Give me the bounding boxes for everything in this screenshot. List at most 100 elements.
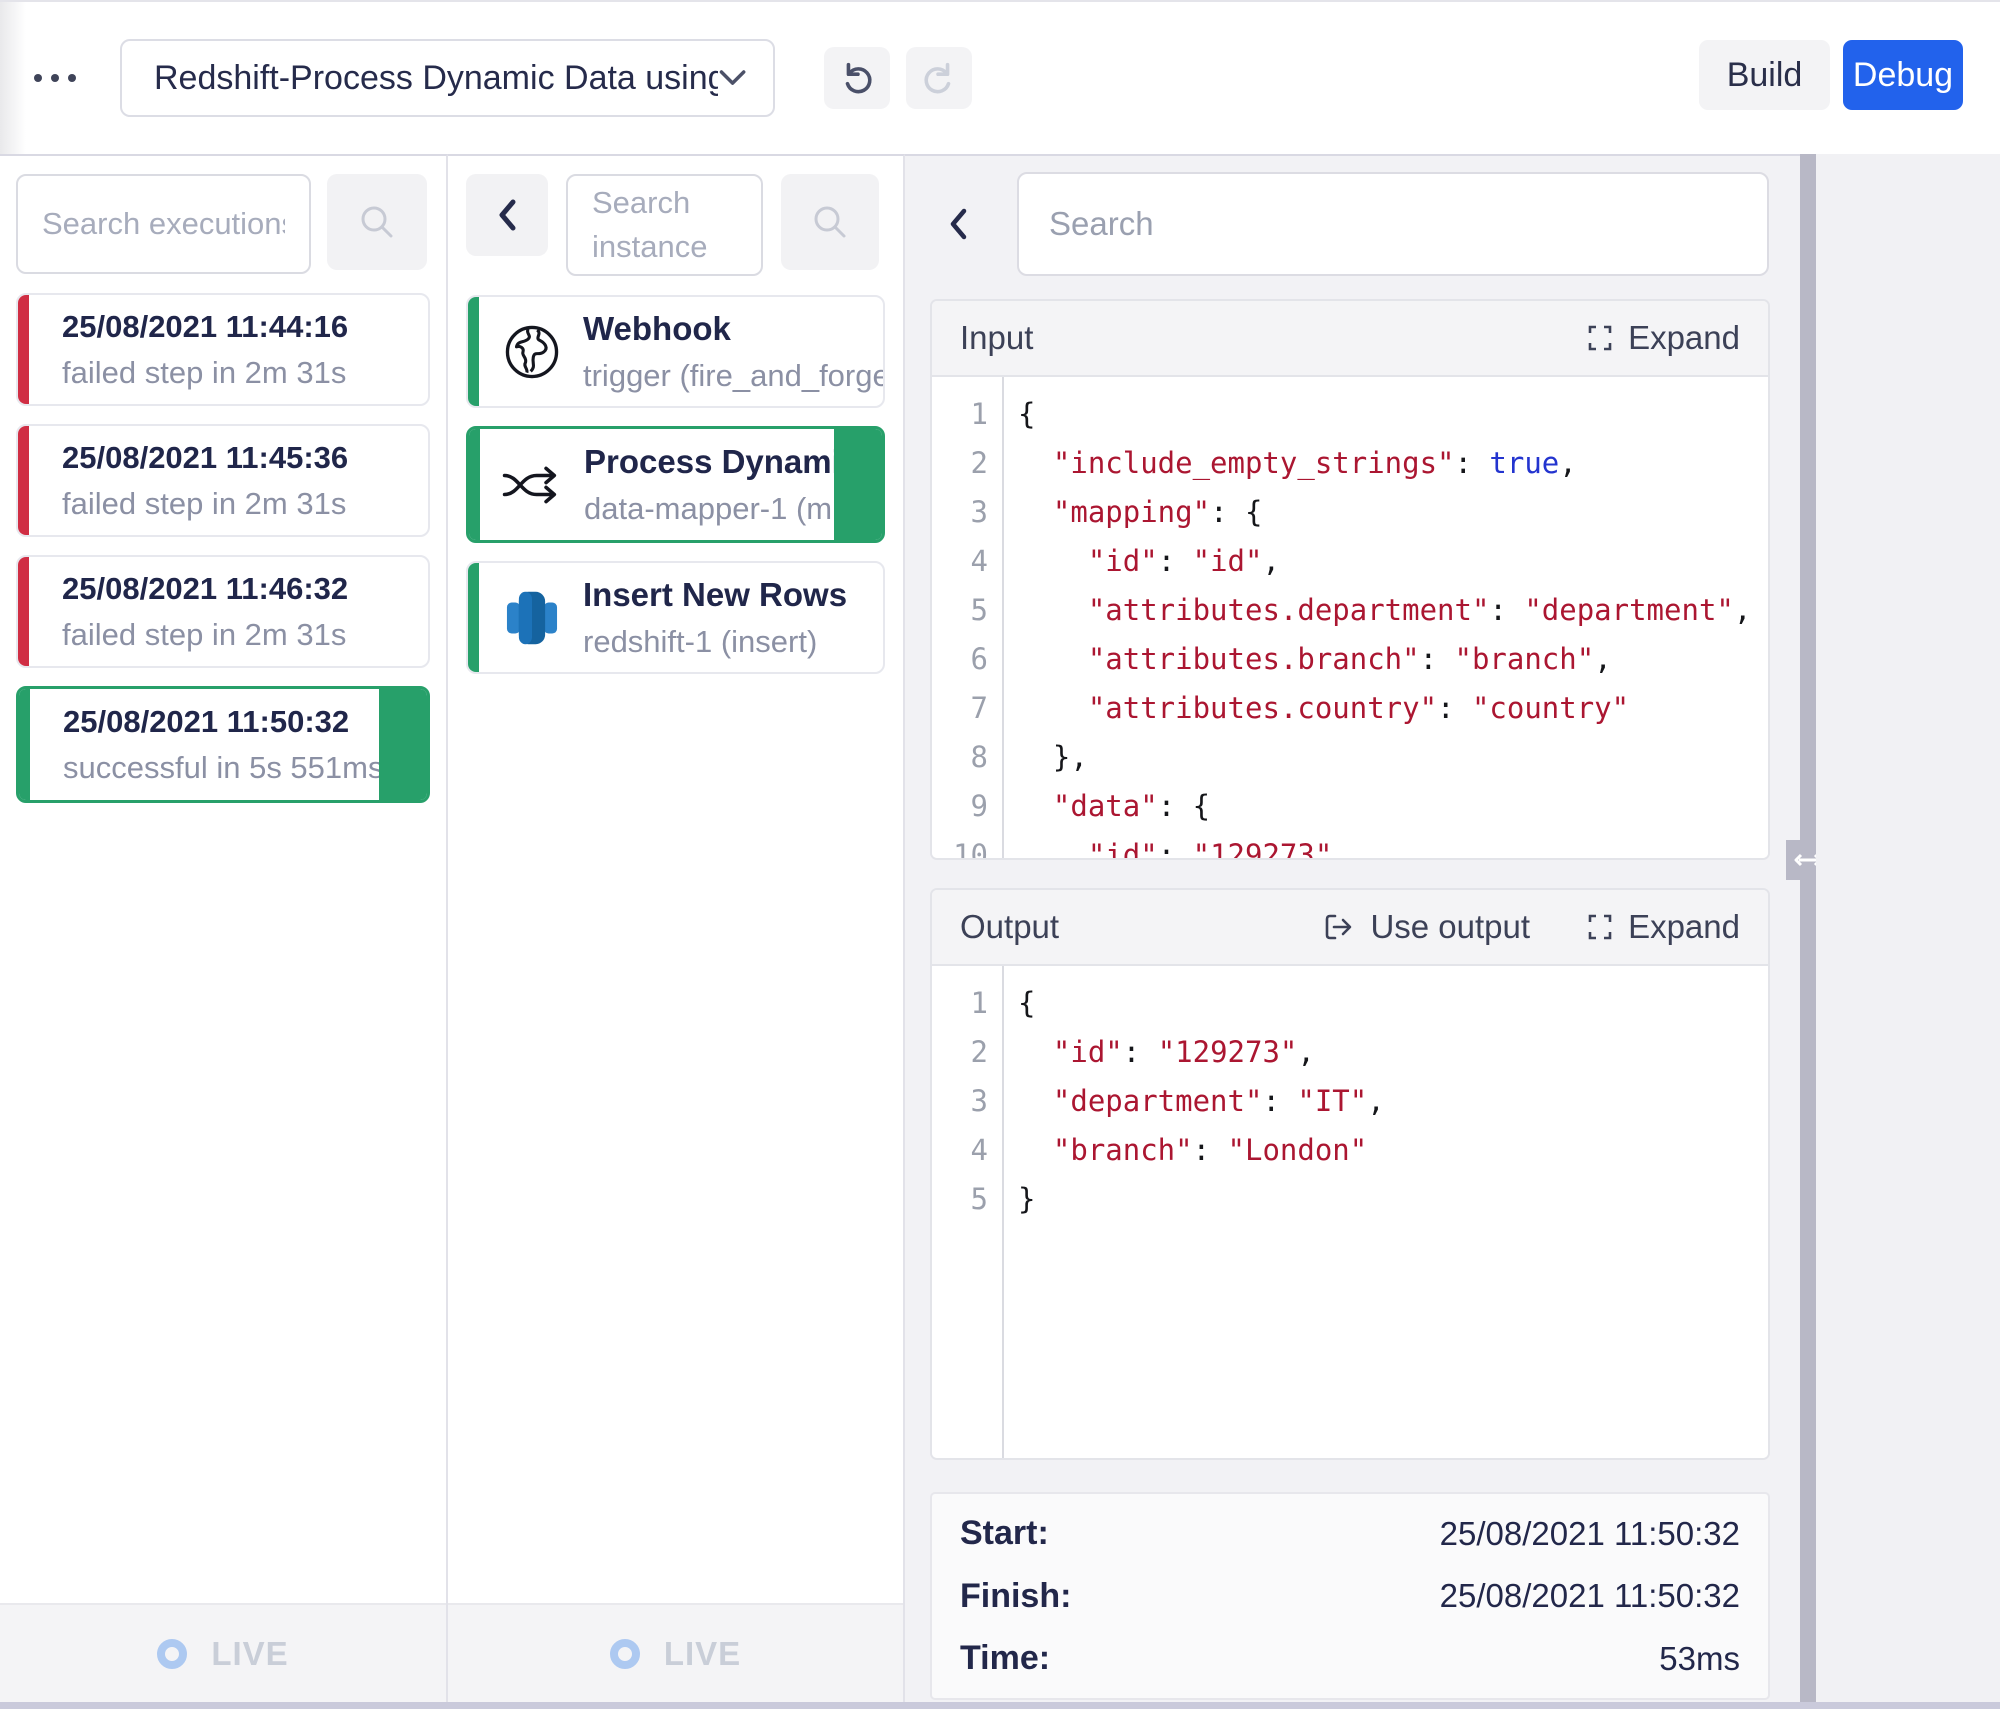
redo-button[interactable] bbox=[906, 47, 972, 109]
code-line: 1{ bbox=[932, 978, 1768, 1027]
execution-item[interactable]: 25/08/2021 11:46:32 failed step in 2m 31s bbox=[16, 555, 430, 668]
line-number: 2 bbox=[932, 446, 988, 480]
output-code-editor[interactable]: 1{2 "id": "129273",3 "department": "IT",… bbox=[932, 966, 1768, 1458]
undo-button[interactable] bbox=[824, 47, 890, 109]
executions-search-row bbox=[0, 156, 446, 274]
execution-timestamp: 25/08/2021 11:46:32 bbox=[62, 571, 348, 607]
expand-icon bbox=[1586, 913, 1614, 941]
more-menu-icon[interactable] bbox=[34, 68, 98, 88]
input-code-editor[interactable]: 1{2 "include_empty_strings": true,3 "map… bbox=[932, 377, 1768, 858]
line-number: 1 bbox=[932, 397, 988, 431]
status-stripe bbox=[18, 426, 29, 535]
step-item-body: Insert New Rowsredshift-1 (insert) bbox=[583, 576, 847, 660]
selected-indicator-block bbox=[379, 689, 427, 800]
workflow-step-item[interactable]: Webhooktrigger (fire_and_forget) bbox=[466, 295, 885, 408]
code-text: "attributes.department": "department", bbox=[988, 593, 1751, 627]
right-empty-area bbox=[1816, 154, 2000, 1702]
code-line: 3 "mapping": { bbox=[932, 487, 1768, 536]
executions-search-input[interactable] bbox=[16, 174, 311, 274]
code-text: "attributes.country": "country" bbox=[988, 691, 1629, 725]
execution-item[interactable]: 25/08/2021 11:45:36 failed step in 2m 31s bbox=[16, 424, 430, 537]
execution-timestamp: 25/08/2021 11:50:32 bbox=[63, 704, 383, 740]
output-section: Output Use output Expa bbox=[930, 888, 1770, 1460]
workflow-selector-dropdown[interactable]: Redshift-Process Dynamic Data using dat.… bbox=[120, 39, 775, 117]
code-text: "attributes.branch": "branch", bbox=[988, 642, 1612, 676]
executions-search-button[interactable] bbox=[327, 174, 427, 270]
code-line: 2 "id": "129273", bbox=[932, 1027, 1768, 1076]
code-line: 7 "attributes.country": "country" bbox=[932, 683, 1768, 732]
execution-item[interactable]: 25/08/2021 11:50:32successful in 5s 551m… bbox=[16, 686, 430, 803]
panel-resize-bar[interactable] bbox=[1800, 154, 1816, 1702]
line-number: 7 bbox=[932, 691, 988, 725]
bottom-edge-strip bbox=[0, 1702, 2000, 1709]
expand-label: Expand bbox=[1628, 908, 1740, 946]
line-number: 6 bbox=[932, 642, 988, 676]
selected-indicator-block bbox=[834, 429, 882, 540]
output-title: Output bbox=[960, 908, 1059, 946]
code-text: } bbox=[988, 1182, 1035, 1216]
execution-status: failed step in 2m 31s bbox=[62, 486, 348, 522]
step-title: Process Dynami... bbox=[584, 443, 868, 481]
live-label: LIVE bbox=[211, 1635, 288, 1673]
step-item-body: Process Dynami...data-mapper-1 (m... bbox=[584, 443, 868, 527]
execution-status: failed step in 2m 31s bbox=[62, 617, 348, 653]
input-section: Input Expand 1{2 "include_empty_strings"… bbox=[930, 299, 1770, 860]
time-value: 53ms bbox=[1659, 1640, 1740, 1678]
code-line: 10 "id": "129273" bbox=[932, 830, 1768, 858]
execution-timestamp: 25/08/2021 11:45:36 bbox=[62, 440, 348, 476]
use-output-icon bbox=[1322, 912, 1356, 942]
search-icon bbox=[809, 201, 851, 243]
detail-search-input[interactable] bbox=[1017, 172, 1769, 276]
input-expand-button[interactable]: Expand bbox=[1586, 319, 1740, 357]
detail-search-row bbox=[905, 156, 1800, 276]
debug-button[interactable]: Debug bbox=[1843, 40, 1963, 110]
status-stripe bbox=[468, 563, 479, 672]
workflow-step-item[interactable]: Insert New Rowsredshift-1 (insert) bbox=[466, 561, 885, 674]
code-line: 5} bbox=[932, 1174, 1768, 1223]
summary-finish-row: Finish: 25/08/2021 11:50:32 bbox=[960, 1577, 1740, 1616]
steps-panel: Search instance Webhooktrigger (fire_and… bbox=[448, 154, 905, 1702]
output-expand-button[interactable]: Expand bbox=[1586, 908, 1740, 946]
status-stripe bbox=[18, 295, 29, 404]
execution-item-body: 25/08/2021 11:45:36 failed step in 2m 31s bbox=[18, 440, 348, 522]
status-stripe bbox=[19, 689, 30, 800]
execution-timestamp: 25/08/2021 11:44:16 bbox=[62, 309, 348, 345]
line-number: 8 bbox=[932, 740, 988, 774]
live-status-icon bbox=[157, 1639, 187, 1669]
line-number: 2 bbox=[932, 1035, 988, 1069]
output-header: Output Use output Expa bbox=[932, 890, 1768, 966]
line-number: 3 bbox=[932, 1084, 988, 1118]
steps-search-input[interactable]: Search instance bbox=[566, 174, 763, 276]
live-status-icon bbox=[610, 1639, 640, 1669]
step-subtitle: trigger (fire_and_forget) bbox=[583, 358, 883, 394]
code-text: { bbox=[988, 986, 1035, 1020]
detail-back-button[interactable] bbox=[935, 206, 981, 242]
code-text: "id": "129273" bbox=[988, 838, 1332, 859]
steps-search-button[interactable] bbox=[781, 174, 879, 270]
status-stripe bbox=[468, 297, 479, 406]
line-number: 9 bbox=[932, 789, 988, 823]
workflow-debugger-screen: Redshift-Process Dynamic Data using dat.… bbox=[0, 0, 2000, 1709]
steps-live-footer: LIVE bbox=[448, 1603, 903, 1702]
status-stripe bbox=[469, 429, 480, 540]
workflow-step-item[interactable]: Process Dynami...data-mapper-1 (m... bbox=[466, 426, 885, 543]
summary-time-row: Time: 53ms bbox=[960, 1639, 1740, 1678]
line-number: 1 bbox=[932, 986, 988, 1020]
steps-back-button[interactable] bbox=[466, 174, 548, 256]
line-number: 5 bbox=[932, 593, 988, 627]
executions-live-footer: LIVE bbox=[0, 1603, 446, 1702]
step-title: Insert New Rows bbox=[583, 576, 847, 614]
use-output-button[interactable]: Use output bbox=[1322, 908, 1530, 946]
line-number: 4 bbox=[932, 1133, 988, 1167]
step-detail-panel: Input Expand 1{2 "include_empty_strings"… bbox=[905, 154, 1800, 1702]
execution-summary: Start: 25/08/2021 11:50:32 Finish: 25/08… bbox=[930, 1492, 1770, 1700]
code-line: 3 "department": "IT", bbox=[932, 1076, 1768, 1125]
code-text: "id": "id", bbox=[988, 544, 1280, 578]
execution-item[interactable]: 25/08/2021 11:44:16failed step in 2m 31s bbox=[16, 293, 430, 406]
steps-search-row: Search instance bbox=[448, 156, 903, 276]
execution-item-body: 25/08/2021 11:46:32 failed step in 2m 31s bbox=[18, 571, 348, 653]
line-number: 10 bbox=[932, 838, 988, 859]
expand-label: Expand bbox=[1628, 319, 1740, 357]
code-line: 9 "data": { bbox=[932, 781, 1768, 830]
build-button[interactable]: Build bbox=[1699, 40, 1830, 110]
